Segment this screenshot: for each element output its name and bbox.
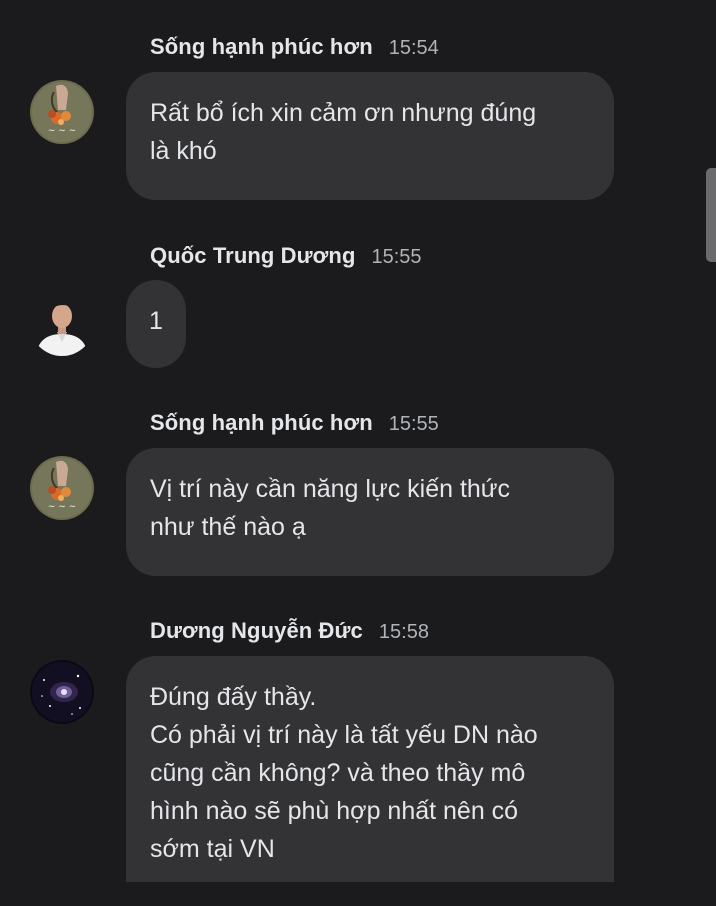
message-header: Quốc Trung Dương 15:55: [150, 243, 422, 269]
avatar[interactable]: ~ ~ ~: [30, 456, 94, 520]
chat-thread: Sống hạnh phúc hơn 15:54 ~ ~ ~ Rất bổ íc…: [0, 0, 716, 906]
sender-name[interactable]: Dương Nguyễn Đức: [150, 618, 363, 644]
svg-text:~ ~ ~: ~ ~ ~: [48, 126, 76, 136]
message-text-line: là khó: [150, 137, 217, 165]
message-bubble[interactable]: 1: [126, 280, 186, 368]
svg-text:~ ~ ~: ~ ~ ~: [48, 502, 76, 512]
person-portrait-icon: [30, 292, 94, 356]
viewport-bottom-edge: [0, 882, 716, 906]
message-text-line: Có phải vị trí này là tất yếu DN nào: [150, 721, 538, 749]
message-timestamp: 15:58: [378, 621, 429, 643]
message-text-line: sớm tại VN: [150, 835, 275, 863]
message-timestamp: 15:55: [371, 246, 422, 268]
message-bubble[interactable]: Đúng đấy thầy. Có phải vị trí này là tất…: [126, 656, 614, 906]
flower-bouquet-icon: ~ ~ ~: [30, 456, 94, 520]
sender-name[interactable]: Sống hạnh phúc hơn: [150, 410, 373, 436]
message-header: Dương Nguyễn Đức 15:58: [150, 618, 429, 644]
message-text-line: hình nào sẽ phù hợp nhất nên có: [150, 797, 519, 825]
message-header: Sống hạnh phúc hơn 15:55: [150, 410, 439, 436]
message-text-line: Vị trí này cần năng lực kiến thức: [150, 475, 511, 503]
avatar[interactable]: [30, 292, 94, 356]
scrollbar-thumb[interactable]: [706, 168, 716, 262]
message-timestamp: 15:55: [388, 413, 439, 435]
galaxy-icon: [30, 660, 94, 724]
message-header: Sống hạnh phúc hơn 15:54: [150, 34, 439, 60]
message-bubble[interactable]: Rất bổ ích xin cảm ơn nhưng đúng là khó: [126, 72, 614, 200]
message-text-line: 1: [149, 307, 163, 335]
message-text-line: Đúng đấy thầy.: [150, 683, 317, 711]
avatar[interactable]: ~ ~ ~: [30, 80, 94, 144]
message-bubble[interactable]: Vị trí này cần năng lực kiến thức như th…: [126, 448, 614, 576]
message-text-line: Rất bổ ích xin cảm ơn nhưng đúng: [150, 99, 537, 127]
sender-name[interactable]: Sống hạnh phúc hơn: [150, 34, 373, 60]
message-timestamp: 15:54: [388, 37, 439, 59]
message-text-line: cũng cần không? và theo thầy mô: [150, 759, 526, 787]
flower-bouquet-icon: ~ ~ ~: [30, 80, 94, 144]
sender-name[interactable]: Quốc Trung Dương: [150, 243, 356, 269]
avatar[interactable]: [30, 660, 94, 724]
message-text-line: như thế nào ạ: [150, 513, 306, 541]
